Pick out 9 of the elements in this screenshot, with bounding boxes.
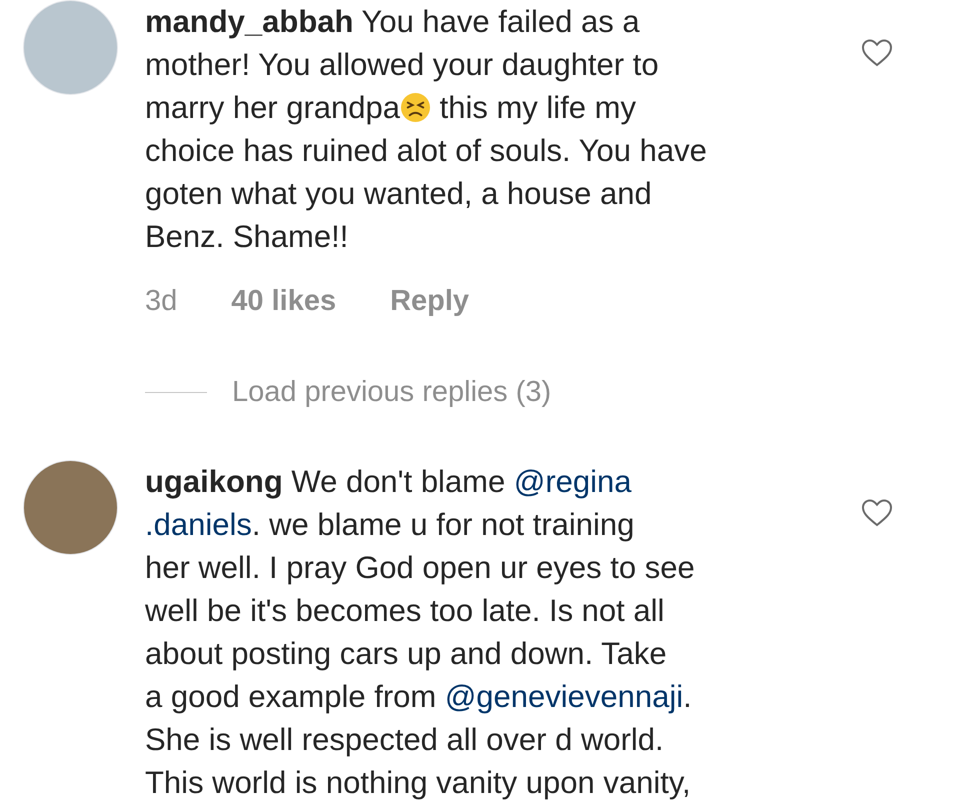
heart-icon[interactable] <box>861 38 893 68</box>
comment-text: mandy_abbah You have failed as a mother! You allowed your daughter to marry her grandpa this my life my choice has ruined alot of souls. You have goten what you wanted, a house and Benz. Shame!! <box>145 3 708 256</box>
mention-link[interactable]: .daniels <box>145 507 252 542</box>
heart-icon[interactable] <box>861 498 893 528</box>
comment-text: ugaikong We don't blame @regina .daniels. we blame u for not training her well. I pray God open ur eyes to see well be it's becomes too late. Is not all about posting cars up and down. Take a good example from @genevievennaji. She is well respected all over d world. This world is nothing vanity upon vanity, <box>145 463 696 802</box>
mention-link[interactable]: @genevievennaji <box>444 679 684 714</box>
mention-link[interactable]: @regina <box>514 464 632 499</box>
tired-face-emoji-icon <box>400 92 432 123</box>
comment-time: 3d <box>145 284 178 319</box>
